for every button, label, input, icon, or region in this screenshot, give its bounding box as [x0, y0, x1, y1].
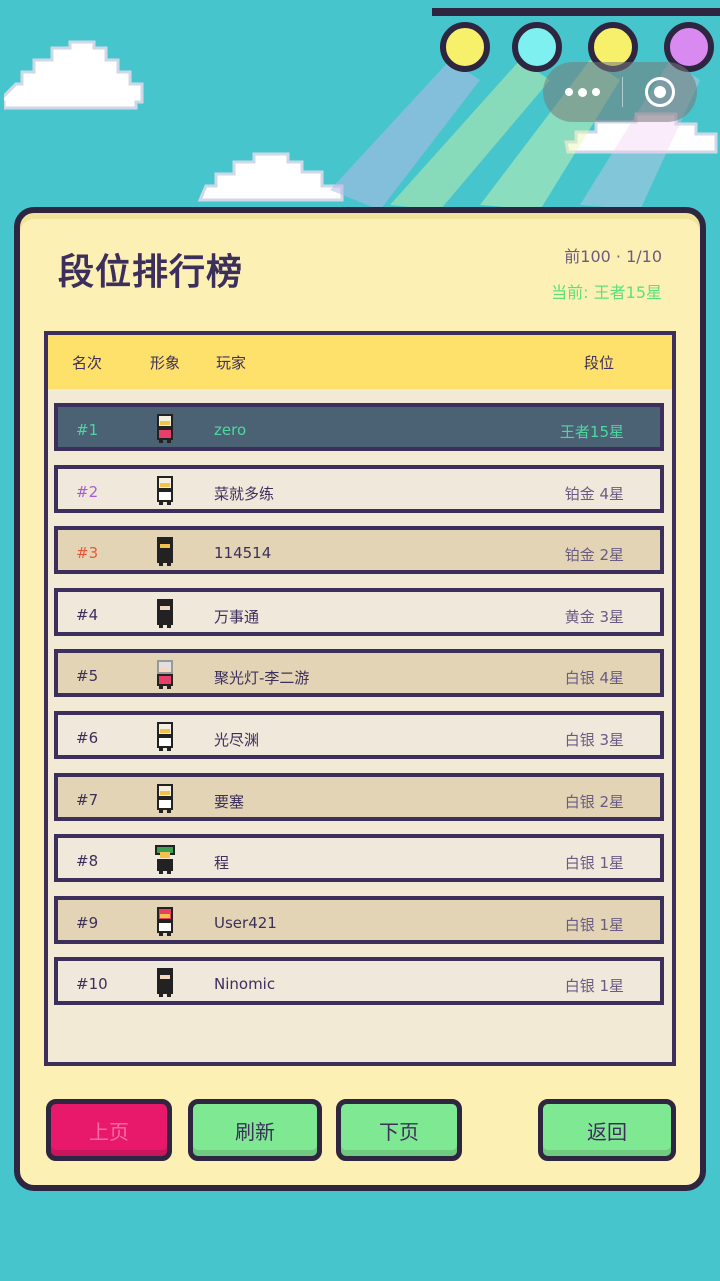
cloud-decoration	[4, 40, 144, 110]
player-name: 要塞	[214, 792, 245, 811]
table-row[interactable]: #8 程 白银 1星	[54, 834, 664, 883]
tier-label: 铂金 2星	[564, 546, 624, 565]
rank-label: #8	[76, 852, 99, 871]
player-name: 万事通	[214, 607, 260, 626]
column-player: 玩家	[216, 353, 247, 372]
next-page-button[interactable]: 下页	[336, 1099, 462, 1161]
pixel-character-avatar	[157, 598, 173, 628]
spotlight-cyan	[512, 22, 562, 72]
player-name: 菜就多练	[214, 484, 275, 503]
column-avatar: 形象	[150, 353, 181, 372]
player-name: 聚光灯-李二游	[214, 669, 310, 688]
table-row[interactable]: #7 要塞 白银 2星	[54, 772, 664, 821]
back-button[interactable]: 返回	[538, 1099, 676, 1161]
player-name: User421	[214, 913, 277, 932]
refresh-button[interactable]: 刷新	[188, 1099, 322, 1161]
player-name: 光尽渊	[214, 730, 260, 749]
page-title: 段位排行榜	[58, 252, 244, 293]
pixel-character-avatar	[157, 537, 173, 567]
pixel-character-avatar	[157, 968, 173, 998]
tier-label: 黄金 3星	[564, 607, 624, 626]
table-body: #1 zero 王者15星 #2 菜就多练 铂金 4星 #3 114514 铂金…	[54, 403, 664, 1019]
pixel-character-avatar	[157, 475, 173, 505]
column-tier: 段位	[583, 353, 614, 372]
pixel-character-avatar	[157, 906, 173, 936]
table-row[interactable]: #1 zero 王者15星	[54, 403, 664, 451]
leaderboard-table: 名次 形象 玩家 段位 #1 zero 王者15星 #2 菜就多练 铂金 4星 …	[44, 331, 676, 1066]
table-row[interactable]: #9 User421 白银 1星	[54, 895, 664, 944]
rank-label: #10	[76, 975, 108, 994]
rank-label: #6	[76, 728, 99, 747]
pixel-character-avatar	[155, 845, 175, 875]
capsule-divider	[622, 77, 623, 107]
player-name: 114514	[214, 544, 272, 563]
player-name: 程	[214, 854, 230, 873]
tier-label: 白银 4星	[564, 669, 624, 688]
table-row[interactable]: #3 114514 铂金 2星	[54, 526, 664, 575]
rank-label: #4	[76, 605, 99, 624]
tier-label: 白银 2星	[564, 792, 624, 811]
table-row[interactable]: #10 Ninomic 白银 1星	[54, 957, 664, 1006]
more-dots-icon[interactable]	[565, 87, 600, 97]
table-row[interactable]: #2 菜就多练 铂金 4星	[54, 464, 664, 513]
page-indicator: 前100 · 1/10	[564, 247, 662, 266]
miniprogram-capsule	[543, 62, 697, 122]
rank-label: #9	[76, 913, 99, 932]
prev-page-button[interactable]: 上页	[46, 1099, 172, 1161]
tier-label: 铂金 4星	[564, 484, 624, 503]
page-meta: 前100 · 1/10 当前: 王者15星	[551, 243, 662, 303]
tier-label: 白银 1星	[564, 915, 624, 934]
column-rank: 名次	[72, 353, 103, 372]
spotlight-yellow	[440, 22, 490, 72]
table-row[interactable]: #6 光尽渊 白银 3星	[54, 710, 664, 759]
tier-label: 白银 1星	[564, 977, 624, 996]
pixel-character-avatar	[157, 783, 173, 813]
table-header: 名次 形象 玩家 段位	[48, 335, 672, 389]
leaderboard-panel: 段位排行榜 前100 · 1/10 当前: 王者15星 名次 形象 玩家 段位 …	[14, 207, 706, 1191]
player-name: Ninomic	[214, 975, 276, 994]
table-row[interactable]: #4 万事通 黄金 3星	[54, 587, 664, 636]
rank-label: #1	[76, 421, 99, 439]
target-circle-icon[interactable]	[645, 77, 675, 107]
pixel-character-avatar	[157, 721, 173, 751]
rank-label: #2	[76, 482, 99, 501]
table-row[interactable]: #5 聚光灯-李二游 白银 4星	[54, 649, 664, 698]
pixel-character-avatar	[157, 414, 173, 443]
pixel-character-avatar	[157, 660, 173, 690]
tier-label: 王者15星	[559, 423, 624, 441]
rank-label: #3	[76, 544, 99, 563]
light-rig-bar	[432, 8, 720, 16]
rank-label: #7	[76, 790, 99, 809]
current-rank: 当前: 王者15星	[551, 283, 662, 302]
rank-label: #5	[76, 667, 99, 686]
tier-label: 白银 3星	[564, 730, 624, 749]
tier-label: 白银 1星	[564, 854, 624, 873]
player-name: zero	[214, 421, 247, 439]
